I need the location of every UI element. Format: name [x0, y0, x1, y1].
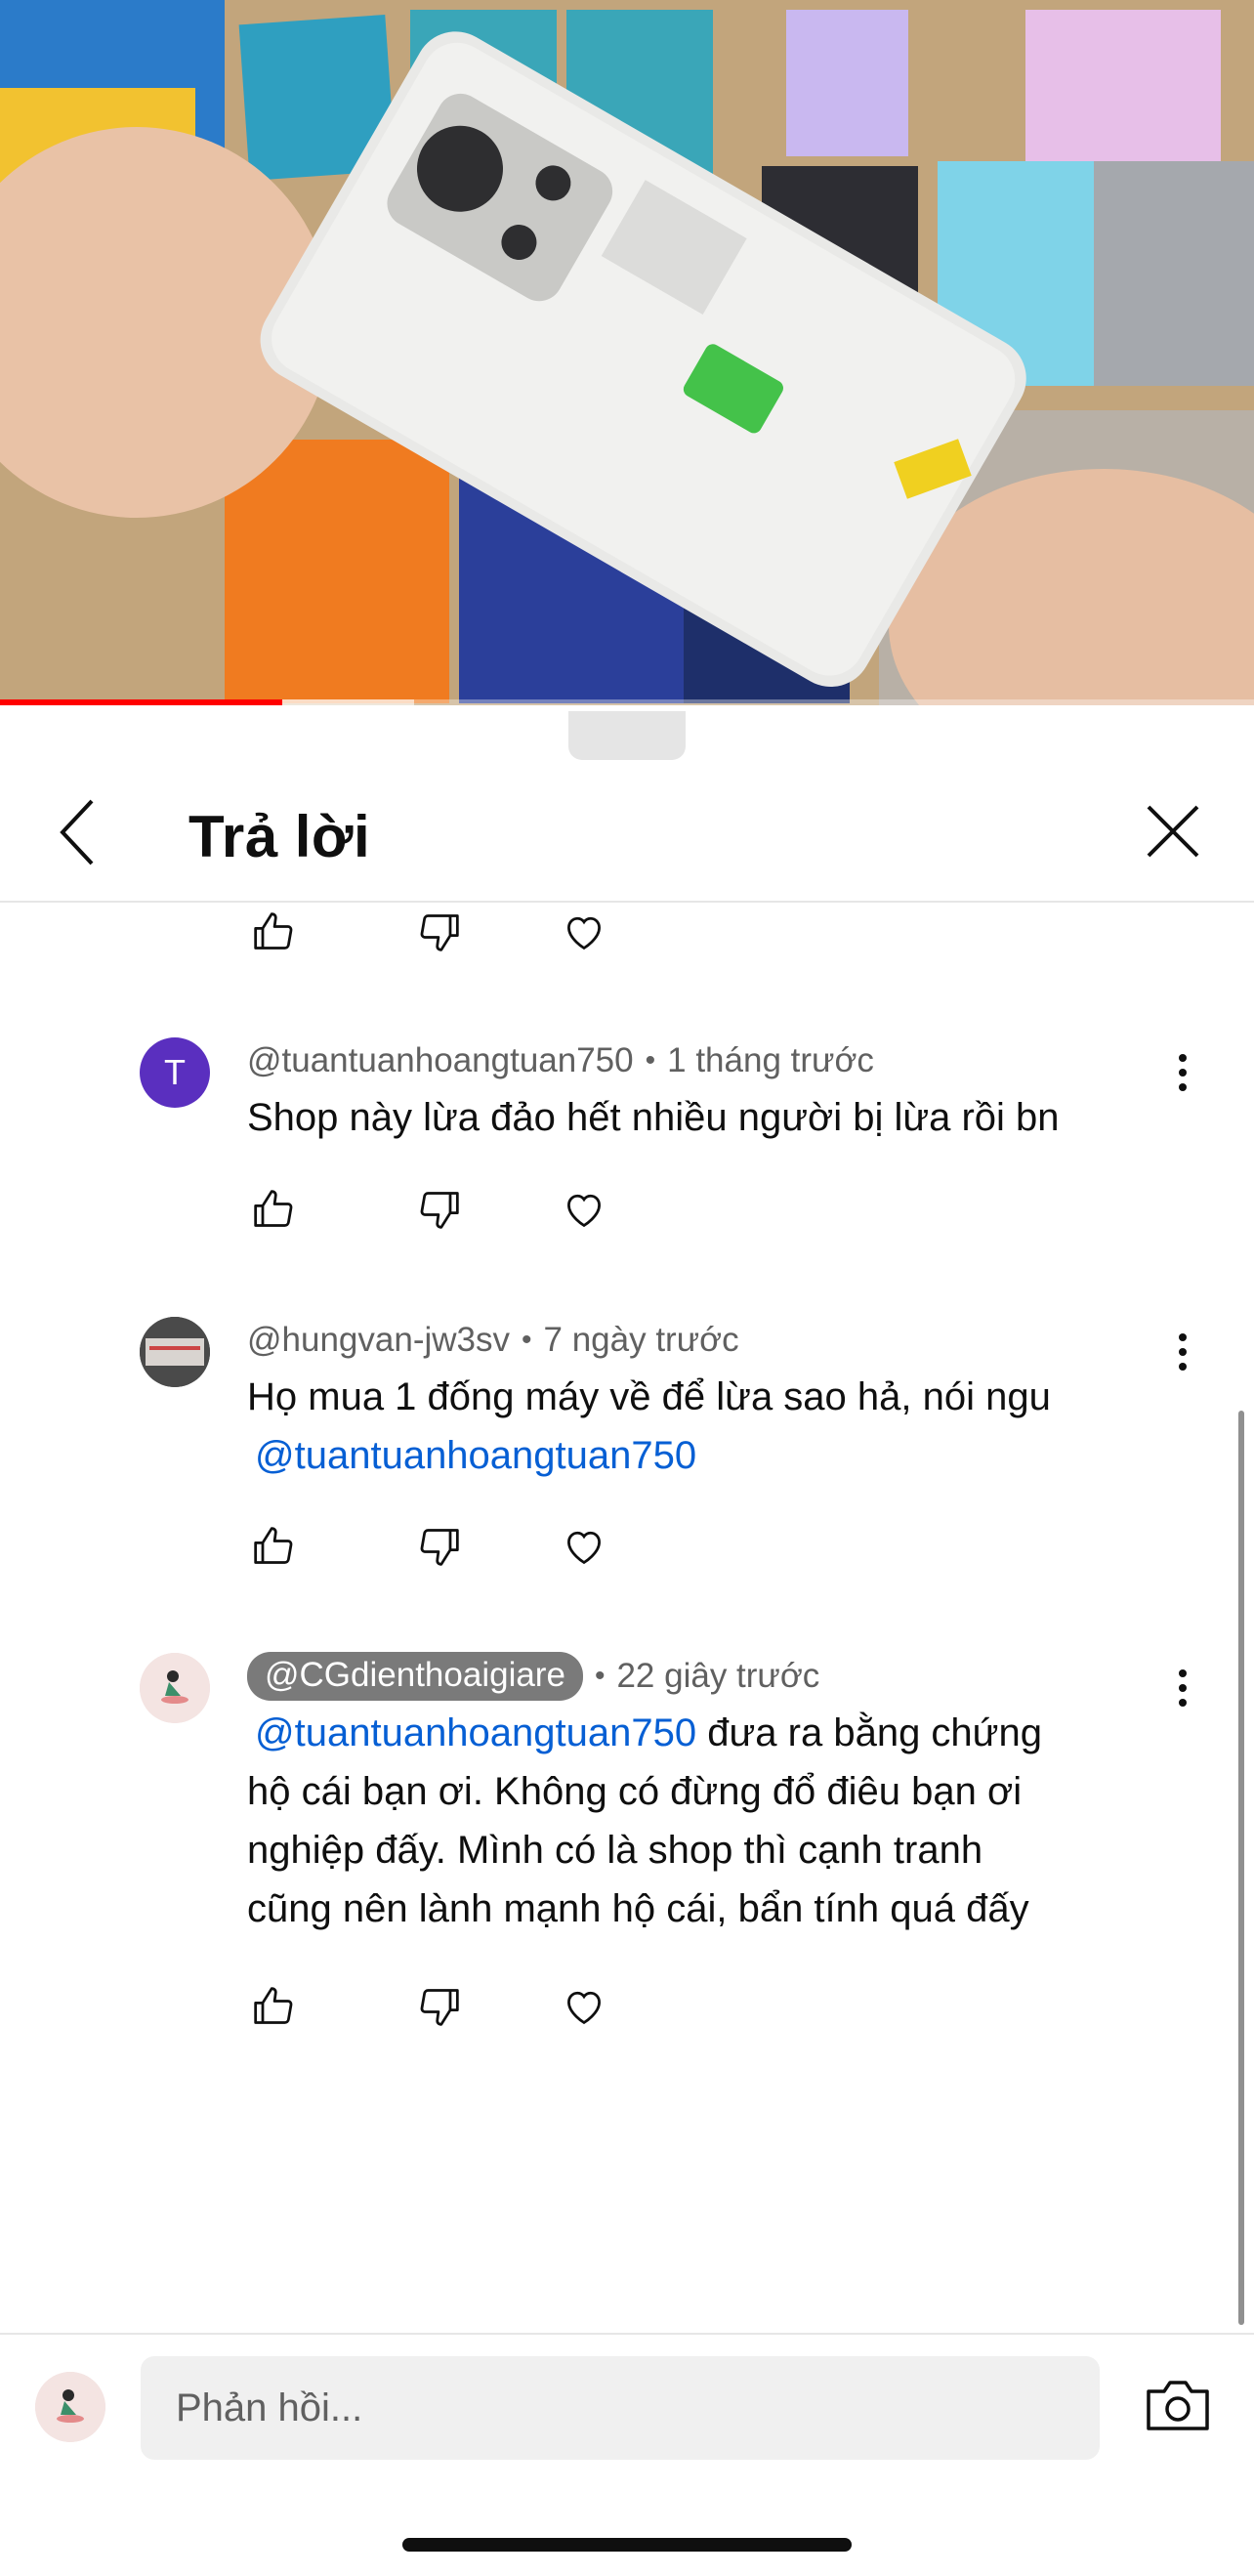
comment-actions	[244, 903, 635, 961]
comment-line: cũng nên lành mạnh hộ cái, bẩn tính quá …	[247, 1887, 1029, 1930]
heart-button[interactable]	[555, 1977, 613, 2036]
comment-meta: @hungvan-jw3sv • 7 ngày trước	[247, 1317, 739, 1364]
avatar-image	[35, 2372, 105, 2442]
comment-time: 22 giây trước	[616, 1657, 820, 1695]
thumb-up-icon	[254, 1190, 293, 1227]
dislike-button[interactable]	[410, 1180, 469, 1239]
like-button[interactable]	[244, 1180, 303, 1239]
comment-author[interactable]: @CGdienthoaigiare	[247, 1652, 583, 1701]
chevron-left-icon	[60, 799, 94, 866]
close-button[interactable]	[1141, 799, 1205, 864]
heart-button[interactable]	[555, 1517, 613, 1576]
heart-icon	[567, 916, 601, 950]
camera-button[interactable]	[1145, 2376, 1211, 2434]
dislike-button[interactable]	[410, 1977, 469, 2036]
comment-actions	[244, 1977, 635, 2036]
thumb-down-icon	[420, 914, 459, 951]
avatar[interactable]: T	[140, 1037, 210, 1108]
meta-separator: •	[522, 1324, 532, 1356]
like-button[interactable]	[244, 1517, 303, 1576]
dislike-button[interactable]	[410, 903, 469, 961]
reply-input[interactable]	[141, 2356, 1100, 2460]
comment-meta: @CGdienthoaigiare • 22 giây trước	[247, 1652, 820, 1701]
heart-icon	[567, 1531, 601, 1565]
comment-actions	[244, 1180, 635, 1239]
avatar[interactable]	[140, 1653, 210, 1723]
comment-text: Họ mua 1 đống máy về để lừa sao hả, nói …	[247, 1368, 1165, 1485]
home-indicator	[402, 2538, 852, 2552]
meta-separator: •	[594, 1660, 606, 1692]
more-vert-icon[interactable]	[1168, 1043, 1197, 1102]
more-vert-icon[interactable]	[1168, 1323, 1197, 1381]
replies-sheet: Trả lời	[0, 705, 1254, 2576]
thumb-up-icon	[254, 912, 293, 950]
thumb-down-icon	[420, 1989, 459, 2026]
dislike-button[interactable]	[410, 1517, 469, 1576]
video-frame	[0, 0, 1254, 705]
comment-text: @tuantuanhoangtuan750 đưa ra bằng chứng …	[247, 1704, 1165, 1938]
like-button[interactable]	[244, 903, 303, 961]
mention-link[interactable]: @tuantuanhoangtuan750	[247, 1711, 696, 1754]
comment-actions	[244, 1517, 635, 1576]
sheet-header: Trả lời	[0, 764, 1254, 901]
mention-link[interactable]: @tuantuanhoangtuan750	[247, 1434, 696, 1477]
thumb-up-icon	[254, 1987, 293, 2024]
scrollbar[interactable]	[1238, 1411, 1244, 2325]
avatar-image	[140, 1317, 210, 1387]
heart-icon	[567, 1991, 601, 2025]
comment-meta: @tuantuanhoangtuan750 • 1 tháng trước	[247, 1037, 874, 1084]
like-button[interactable]	[244, 1977, 303, 2036]
comment-time: 1 tháng trước	[667, 1041, 874, 1079]
meta-separator: •	[645, 1044, 656, 1077]
page-title: Trả lời	[188, 804, 371, 869]
avatar	[35, 2372, 105, 2442]
more-vert-icon[interactable]	[1168, 1659, 1197, 1717]
avatar-image	[140, 1653, 210, 1723]
reply-divider	[0, 2333, 1254, 2335]
close-icon	[1147, 805, 1199, 858]
comment-line: nghiệp đấy. Mình có là shop thì cạnh tra…	[247, 1829, 983, 1872]
heart-icon	[567, 1194, 601, 1228]
comment-line: hộ cái bạn ơi. Không có đừng đổ điêu bạn…	[247, 1770, 1023, 1813]
heart-button[interactable]	[555, 903, 613, 961]
comment-author[interactable]: @tuantuanhoangtuan750	[247, 1041, 634, 1080]
thumb-down-icon	[420, 1192, 459, 1229]
back-button[interactable]	[51, 793, 109, 871]
sheet-drag-handle[interactable]	[568, 711, 686, 760]
comment-text: Shop này lừa đảo hết nhiều người bị lừa …	[247, 1096, 1060, 1139]
comment-author[interactable]: @hungvan-jw3sv	[247, 1321, 510, 1360]
video-player[interactable]	[0, 0, 1254, 705]
comment-time: 7 ngày trước	[543, 1321, 739, 1359]
comment-line: đưa ra bằng chứng	[707, 1711, 1042, 1754]
camera-icon	[1147, 2381, 1209, 2430]
thumb-down-icon	[420, 1529, 459, 1566]
thumb-up-icon	[254, 1527, 293, 1564]
comment-line: Họ mua 1 đống máy về để lừa sao hả, nói …	[247, 1375, 1051, 1418]
avatar[interactable]	[140, 1317, 210, 1387]
heart-button[interactable]	[555, 1180, 613, 1239]
